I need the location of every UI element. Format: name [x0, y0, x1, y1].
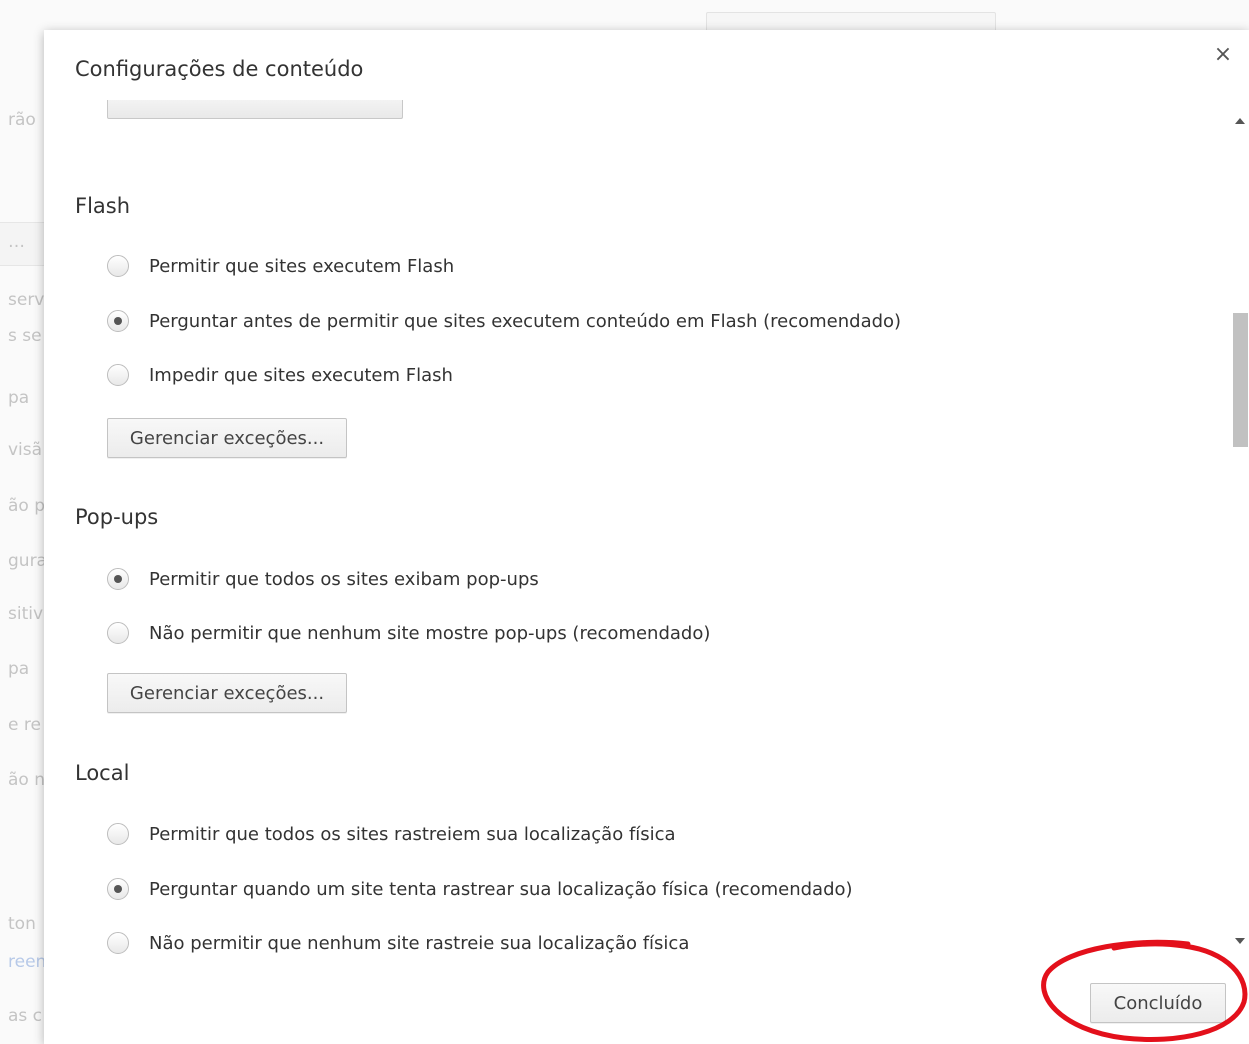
section-title-location: Local	[75, 761, 130, 785]
background-link-fragment: reen	[8, 952, 44, 972]
radio-button[interactable]	[107, 932, 129, 954]
background-text-fragment: serv	[8, 290, 44, 310]
dialog-title: Configurações de conteúdo	[75, 57, 364, 81]
radio-label: Impedir que sites executem Flash	[149, 364, 453, 386]
radio-label: Permitir que todos os sites exibam pop-u…	[149, 568, 539, 590]
radio-location-block[interactable]: Não permitir que nenhum site rastreie su…	[107, 930, 689, 956]
background-text-fragment: ton	[8, 914, 36, 934]
radio-popups-block[interactable]: Não permitir que nenhum site mostre pop-…	[107, 620, 710, 646]
background-text-fragment: s se	[8, 326, 42, 346]
background-text-fragment: sitiv	[8, 604, 44, 624]
radio-location-ask[interactable]: Perguntar quando um site tenta rastrear …	[107, 876, 853, 902]
background-text-fragment: pa	[8, 388, 30, 408]
background-text-fragment: as c	[8, 1006, 43, 1026]
radio-button-checked[interactable]	[107, 310, 129, 332]
content-settings-dialog: Configurações de conteúdo × Flash Permit…	[44, 30, 1249, 1044]
background-text-fragment: visã	[8, 440, 43, 460]
radio-label: Perguntar antes de permitir que sites ex…	[149, 310, 902, 332]
done-button[interactable]: Concluído	[1090, 983, 1226, 1023]
previous-section-button[interactable]	[107, 100, 403, 119]
radio-button-checked[interactable]	[107, 878, 129, 900]
radio-flash-ask[interactable]: Perguntar antes de permitir que sites ex…	[107, 308, 901, 334]
background-text-fragment: rão	[8, 110, 36, 130]
background-text-fragment: …	[8, 232, 25, 252]
manage-exceptions-flash-button[interactable]: Gerenciar exceções...	[107, 418, 347, 458]
section-title-flash: Flash	[75, 194, 131, 218]
radio-label: Não permitir que nenhum site rastreie su…	[149, 932, 690, 954]
background-text-fragment: e re	[8, 715, 41, 735]
radio-button[interactable]	[107, 255, 129, 277]
radio-popups-allow[interactable]: Permitir que todos os sites exibam pop-u…	[107, 566, 539, 592]
radio-label: Perguntar quando um site tenta rastrear …	[149, 878, 853, 900]
dialog-scroll-content: Flash Permitir que sites executem Flash …	[44, 100, 1232, 972]
radio-button[interactable]	[107, 823, 129, 845]
radio-label: Permitir que sites executem Flash	[149, 255, 455, 277]
background-text-fragment: gura	[8, 551, 44, 571]
scroll-thumb[interactable]	[1233, 313, 1248, 447]
section-title-popups: Pop-ups	[75, 505, 159, 529]
radio-button[interactable]	[107, 622, 129, 644]
manage-exceptions-popups-button[interactable]: Gerenciar exceções...	[107, 673, 347, 713]
background-text-fragment: pa	[8, 659, 30, 679]
background-text-fragment: ão p	[8, 496, 44, 516]
dialog-scrollbar[interactable]	[1232, 110, 1249, 952]
radio-button-checked[interactable]	[107, 568, 129, 590]
radio-flash-block[interactable]: Impedir que sites executem Flash	[107, 362, 453, 388]
close-icon[interactable]: ×	[1212, 44, 1234, 66]
radio-flash-allow[interactable]: Permitir que sites executem Flash	[107, 253, 454, 279]
radio-label: Permitir que todos os sites rastreiem su…	[149, 823, 676, 845]
radio-location-allow[interactable]: Permitir que todos os sites rastreiem su…	[107, 821, 676, 847]
scroll-down-arrow-icon[interactable]	[1235, 938, 1245, 944]
radio-label: Não permitir que nenhum site mostre pop-…	[149, 622, 711, 644]
scroll-up-arrow-icon[interactable]	[1235, 118, 1245, 124]
background-text-fragment: ão n	[8, 770, 44, 790]
radio-button[interactable]	[107, 364, 129, 386]
